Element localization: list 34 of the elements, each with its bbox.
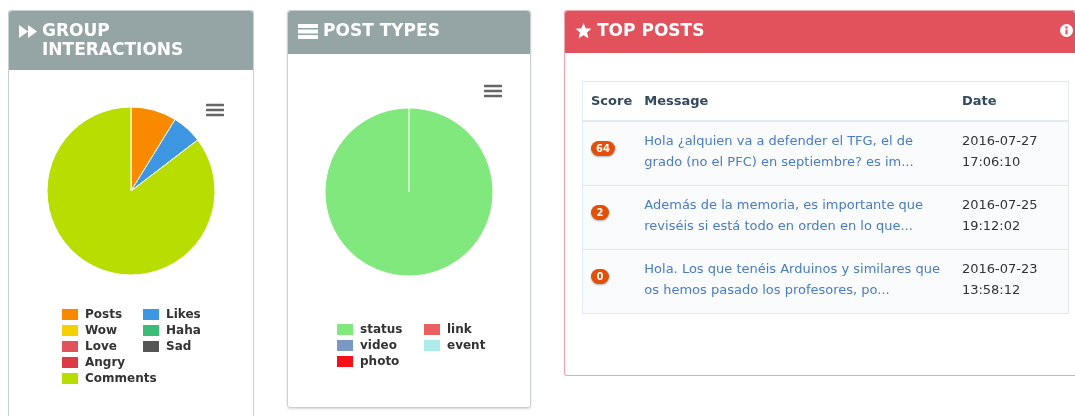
fast-forward-icon [19, 25, 37, 38]
column-header: Score [582, 81, 645, 121]
message-link[interactable]: Además de la memoria, es importante que reviséis si está todo en orden en lo que... [644, 193, 948, 236]
score-badge: 2 [591, 204, 609, 220]
date-cell: 2016-07-25 19:12:02 [961, 185, 1069, 249]
legend-label[interactable]: Likes [166, 307, 201, 322]
legend-label[interactable]: Wow [85, 323, 118, 338]
message-link[interactable]: Hola ¿alquien va a defender el TFG, el de grado (no el PFC) en septiembre? es im... [644, 129, 948, 172]
card-title: TOP POSTS [597, 21, 705, 40]
legend-label[interactable]: Angry [85, 355, 126, 370]
card-title: GROUP INTERACTIONS [42, 21, 185, 59]
menu-icon[interactable] [206, 103, 224, 117]
column-header: Message [644, 81, 962, 121]
legend-label[interactable]: Sad [166, 339, 192, 354]
menu-icon[interactable] [484, 84, 502, 98]
star-icon [575, 23, 592, 39]
column-header: Date [961, 81, 1069, 121]
info-icon[interactable] [1060, 24, 1073, 37]
date-cell: 2016-07-23 13:58:12 [961, 249, 1069, 313]
score-badge: 0 [591, 268, 609, 284]
legend-label[interactable]: Haha [166, 323, 201, 338]
legend-label[interactable]: status [360, 322, 403, 337]
card-title: POST TYPES [323, 21, 440, 40]
message-link[interactable]: Hola. Los que tenéis Arduinos y similares que os hemos pasado los profesores, po... [644, 257, 948, 300]
legend-label[interactable]: link [447, 322, 472, 337]
date-cell: 2016-07-27 17:06:10 [961, 120, 1069, 185]
legend-label[interactable]: Love [85, 339, 117, 354]
score-badge: 64 [591, 140, 615, 156]
server-icon [298, 24, 318, 39]
legend-label[interactable]: Comments [85, 371, 157, 386]
legend-label[interactable]: Posts [85, 307, 123, 322]
legend-label[interactable]: video [360, 338, 397, 353]
legend-label[interactable]: photo [360, 354, 400, 369]
legend-label[interactable]: event [447, 338, 486, 353]
